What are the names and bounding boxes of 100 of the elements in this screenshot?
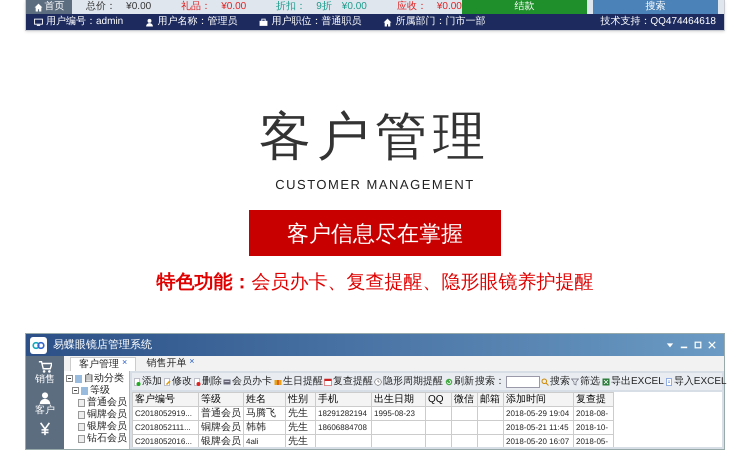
total-value: ¥0.00 (126, 2, 152, 12)
column-header[interactable]: 等级 (198, 392, 244, 406)
maximize-icon[interactable] (694, 341, 702, 349)
table-cell: 18606884708 (318, 423, 367, 432)
table-cell: 18291282194 (318, 409, 367, 418)
spreadsheet-icon (602, 378, 610, 386)
table-cell: 2018-05-29 19:04 (506, 409, 570, 418)
table-cell: C2018052919... (135, 409, 192, 418)
column-header[interactable]: 添加时间 (504, 392, 574, 406)
total-value: ¥0.00 (221, 2, 246, 12)
toolbar-button[interactable]: 筛选 (571, 376, 600, 386)
toolbar-button[interactable]: 修改 (163, 376, 192, 386)
calendar-icon (324, 378, 332, 386)
expand-toggle[interactable] (72, 387, 79, 394)
total-label: 总价： (86, 2, 116, 12)
toolbar-button[interactable]: 刷新 (445, 376, 474, 386)
monitor-icon (34, 18, 43, 26)
delete-document-icon (193, 378, 201, 386)
column-header[interactable]: 性别 (286, 392, 316, 406)
status-text: 用户编号：admin (46, 17, 124, 27)
toolbar-button[interactable]: 添加 (133, 376, 162, 386)
document-icon (664, 378, 673, 386)
total-value: 9折 (316, 2, 332, 12)
status-text: 所属部门：门市一部 (395, 17, 486, 27)
table-cell: 韩韩 (246, 422, 266, 433)
tree-item[interactable]: 钻石会员 (87, 433, 127, 444)
tab-close[interactable]: × (122, 358, 128, 367)
tree-item[interactable]: 银牌会员 (87, 421, 127, 432)
tab[interactable]: 客户管理 × (70, 357, 136, 371)
app-logo-icon (30, 336, 47, 354)
table-cell: 银牌会员 (201, 436, 241, 447)
column-header[interactable]: 邮箱 (478, 392, 504, 406)
yen-icon (38, 422, 52, 436)
toolbar-button[interactable]: 导出EXCEL (602, 376, 664, 386)
filter-icon (571, 378, 579, 386)
toolbar-button[interactable]: 复查提醒 (324, 376, 373, 386)
dropdown-icon[interactable] (666, 341, 674, 349)
home-icon (383, 18, 392, 26)
table-cell: 2018-05- (576, 437, 608, 446)
column-header[interactable]: 客户编号 (132, 392, 198, 406)
sidebar-label[interactable]: 销售 (35, 375, 55, 385)
tree-item[interactable]: 等级 (90, 385, 110, 396)
total-value: ¥0.00 (342, 2, 367, 12)
gift-icon (274, 378, 282, 386)
table-cell: 先生 (288, 408, 308, 419)
close-icon[interactable] (708, 341, 716, 349)
total-label: 礼品： (181, 2, 212, 12)
table-cell: 普通会员 (201, 408, 241, 419)
person-icon (38, 391, 52, 405)
briefcase-icon (259, 18, 268, 26)
tab-close[interactable]: × (189, 357, 195, 366)
refresh-icon (445, 378, 453, 386)
column-header[interactable]: 微信 (452, 392, 478, 406)
table-cell: 先生 (288, 436, 308, 447)
window-title: 易蝶眼镜店管理系统 (53, 338, 152, 353)
page-subheading: CUSTOMER MANAGEMENT (274, 177, 476, 193)
search-label: 搜索： (475, 376, 505, 386)
toolbar-button[interactable]: 删除 (193, 376, 222, 386)
status-text: 用户职位：普通职员 (271, 17, 362, 27)
table-cell: 2018-05-21 11:45 (506, 423, 569, 432)
slogan-banner: 客户信息尽在掌握 (249, 210, 501, 256)
tree-item[interactable]: 铜牌会员 (87, 409, 127, 420)
total-value: ¥0.00 (436, 2, 462, 12)
column-header[interactable]: 手机 (316, 392, 372, 406)
edit-document-icon (163, 378, 171, 386)
card-icon (223, 378, 231, 386)
table-cell: 马腾飞 (246, 408, 276, 419)
cart-icon (38, 360, 52, 374)
table-cell: 4ali (246, 437, 258, 446)
page-heading: 客户管理 (258, 107, 492, 167)
toolbar-button[interactable]: 导入EXCEL (664, 376, 727, 386)
column-header[interactable]: QQ (426, 392, 452, 406)
table-cell: 铜牌会员 (201, 422, 241, 433)
checkout-button[interactable]: 结款 (462, 0, 587, 14)
status-text: 用户名称：管理员 (157, 17, 238, 27)
table-cell: C2018052016... (135, 437, 192, 446)
tree-item[interactable]: 自动分类 (84, 373, 124, 384)
clock-icon (374, 378, 382, 386)
toolbar-button[interactable]: 会员办卡 (223, 376, 272, 386)
column-header[interactable]: 出生日期 (372, 392, 426, 406)
table-cell: C2018052111... (135, 423, 191, 432)
total-label: 折扣： (276, 2, 306, 12)
expand-toggle[interactable] (66, 375, 73, 382)
tree-item[interactable]: 普通会员 (87, 397, 127, 408)
toolbar-button[interactable]: 隐形周期提醒 (374, 376, 443, 386)
column-header[interactable]: 复查提 (574, 392, 614, 406)
column-header[interactable]: 姓名 (244, 392, 286, 406)
toolbar-button[interactable]: 搜索 (541, 376, 570, 386)
support-text: 技术支持：QQ474464618 (600, 17, 716, 27)
table-cell: 1995-08-23 (374, 409, 415, 418)
toolbar-button[interactable]: 生日提醒 (274, 376, 323, 386)
tab[interactable]: 销售开单 × (138, 357, 203, 371)
person-icon (145, 18, 154, 26)
sidebar-label[interactable]: 客户 (35, 406, 55, 416)
search-field[interactable] (506, 376, 540, 388)
home-icon (34, 2, 43, 12)
add-document-icon (133, 378, 141, 386)
search-button[interactable]: 搜索 (592, 0, 718, 14)
table-cell: 2018-10- (576, 423, 608, 432)
home-tab[interactable]: 首页 (26, 0, 72, 14)
